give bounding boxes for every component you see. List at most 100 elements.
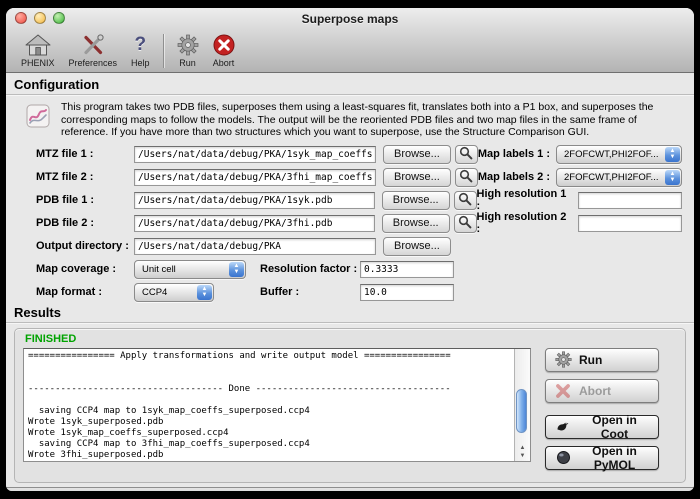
toolbar-separator — [163, 34, 164, 68]
pdb-file-2-browse-button[interactable]: Browse... — [382, 214, 450, 233]
open-in-coot-button[interactable]: Open in Coot — [545, 415, 659, 439]
log-console-text: ================ Apply transformations a… — [24, 349, 530, 462]
mtz-file-1-input[interactable] — [134, 146, 376, 163]
mtz-file-1-row: MTZ file 1 : Browse... Map labels 1 : 2F… — [36, 145, 682, 164]
pdb-file-2-label: PDB file 2 : — [36, 217, 134, 229]
run-button[interactable]: Run — [545, 348, 659, 372]
toolbar-help-button[interactable]: ? Help — [124, 31, 157, 71]
high-resolution-2-group: High resolution 2 : — [477, 211, 682, 235]
map-coverage-combo[interactable]: Unit cell ▲▼ — [134, 260, 246, 279]
toolbar-abort-label: Abort — [213, 58, 235, 68]
title-bar[interactable]: Superpose maps — [6, 8, 694, 29]
map-labels-1-label: Map labels 1 : — [478, 148, 550, 160]
resize-grip-icon[interactable] — [679, 491, 692, 492]
toolbar-help-label: Help — [131, 58, 150, 68]
pdb-file-1-row: PDB file 1 : Browse... High resolution 1… — [36, 191, 682, 210]
output-directory-input[interactable] — [134, 238, 376, 255]
pdb-file-1-inspect-button[interactable] — [454, 191, 477, 210]
mtz-file-2-label: MTZ file 2 : — [36, 171, 134, 183]
mtz-file-2-browse-button[interactable]: Browse... — [383, 168, 451, 187]
scroll-up-icon[interactable]: ▲ — [520, 444, 526, 452]
high-resolution-2-input[interactable] — [578, 215, 682, 232]
console-scrollbar[interactable]: ▲▼ — [514, 349, 530, 461]
abort-button-label: Abort — [579, 384, 611, 398]
mtz-file-1-label: MTZ file 1 : — [36, 148, 134, 160]
toolbar-preferences-label: Preferences — [69, 58, 118, 68]
open-in-pymol-button[interactable]: Open in PyMOL — [545, 446, 659, 470]
toolbar: PHENIX Preferences ? Help — [6, 29, 694, 72]
pymol-icon — [554, 450, 572, 465]
map-labels-1-value: 2FOFCWT,PHI2FOF... — [564, 149, 658, 160]
map-format-combo-slot: CCP4 ▲▼ — [134, 283, 254, 302]
console-scrollbar-arrows[interactable]: ▲▼ — [515, 444, 530, 460]
high-resolution-1-input[interactable] — [578, 192, 682, 209]
abort-button[interactable]: Abort — [545, 379, 659, 403]
run-gear-icon — [554, 351, 572, 368]
results-body: ================ Apply transformations a… — [23, 348, 677, 477]
log-console[interactable]: ================ Apply transformations a… — [23, 348, 531, 462]
toolbar-phenix-button[interactable]: PHENIX — [14, 31, 62, 71]
combo-stepper-icon[interactable]: ▲▼ — [197, 285, 212, 300]
buffer-input[interactable] — [360, 284, 454, 301]
run-button-label: Run — [579, 353, 602, 367]
toolbar-phenix-label: PHENIX — [21, 58, 55, 68]
window-title: Superpose maps — [6, 12, 694, 26]
map-labels-2-combo[interactable]: 2FOFCWT,PHI2FOF... ▲▼ — [556, 168, 682, 187]
high-resolution-2-label: High resolution 2 : — [477, 211, 572, 235]
toolbar-run-button[interactable]: Run — [170, 31, 206, 71]
map-labels-2-value: 2FOFCWT,PHI2FOF... — [564, 172, 658, 183]
traffic-lights — [15, 12, 65, 24]
magnifier-icon — [458, 215, 472, 232]
program-description: This program takes two PDB files, superp… — [61, 101, 678, 139]
open-in-pymol-label: Open in PyMOL — [579, 444, 650, 472]
combo-stepper-icon[interactable]: ▲▼ — [665, 170, 680, 185]
toolbar-preferences-button[interactable]: Preferences — [62, 31, 125, 71]
resolution-factor-input[interactable] — [360, 261, 454, 278]
window-chrome: Superpose maps PHENIX — [6, 8, 694, 73]
results-panel: FINISHED ================ Apply transfor… — [14, 328, 686, 483]
abort-x-icon — [554, 383, 572, 399]
configuration-divider — [6, 94, 694, 96]
resolution-factor-label: Resolution factor : — [260, 263, 360, 275]
map-format-row: Map format : CCP4 ▲▼ Buffer : — [36, 283, 682, 302]
mtz-file-2-input[interactable] — [134, 169, 376, 186]
output-directory-browse-button[interactable]: Browse... — [383, 237, 451, 256]
toolbar-run-label: Run — [179, 58, 196, 68]
magnifier-icon — [459, 146, 473, 163]
console-scrollbar-thumb[interactable] — [516, 389, 527, 433]
program-description-row: This program takes two PDB files, superp… — [26, 101, 678, 139]
mtz-file-2-inspect-button[interactable] — [455, 168, 478, 187]
scroll-down-icon[interactable]: ▼ — [520, 452, 526, 460]
toolbar-abort-button[interactable]: Abort — [206, 31, 242, 71]
open-in-coot-label: Open in Coot — [579, 413, 650, 441]
results-header: Results — [14, 305, 694, 320]
minimize-window-button[interactable] — [34, 12, 46, 24]
abort-icon — [213, 33, 235, 57]
mtz-file-2-row: MTZ file 2 : Browse... Map labels 2 : 2F… — [36, 168, 682, 187]
map-format-value: CCP4 — [142, 287, 167, 298]
map-labels-1-combo[interactable]: 2FOFCWT,PHI2FOF... ▲▼ — [556, 145, 682, 164]
status-bar: Idle Project: PKA — [6, 487, 694, 492]
pdb-file-1-input[interactable] — [134, 192, 375, 209]
pdb-file-1-label: PDB file 1 : — [36, 194, 134, 206]
pdb-file-1-browse-button[interactable]: Browse... — [382, 191, 450, 210]
coot-bird-icon — [554, 420, 572, 434]
map-format-combo[interactable]: CCP4 ▲▼ — [134, 283, 214, 302]
pdb-file-2-input[interactable] — [134, 215, 375, 232]
action-buttons: Run Abort — [545, 348, 659, 477]
pdb-file-2-inspect-button[interactable] — [454, 214, 477, 233]
mtz-file-1-inspect-button[interactable] — [455, 145, 478, 164]
map-coverage-row: Map coverage : Unit cell ▲▼ Resolution f… — [36, 260, 682, 279]
output-directory-row: Output directory : Browse... — [36, 237, 682, 256]
help-question-icon: ? — [135, 33, 147, 57]
map-labels-1-group: Map labels 1 : 2FOFCWT,PHI2FOF... ▲▼ — [478, 145, 682, 164]
mtz-file-1-browse-button[interactable]: Browse... — [383, 145, 451, 164]
pdb-file-2-row: PDB file 2 : Browse... High resolution 2… — [36, 214, 682, 233]
close-window-button[interactable] — [15, 12, 27, 24]
app-window: Superpose maps PHENIX — [6, 8, 694, 491]
combo-stepper-icon[interactable]: ▲▼ — [229, 262, 244, 277]
zoom-window-button[interactable] — [53, 12, 65, 24]
status-finished: FINISHED — [25, 333, 677, 345]
high-resolution-1-group: High resolution 1 : — [477, 188, 682, 212]
combo-stepper-icon[interactable]: ▲▼ — [665, 147, 680, 162]
